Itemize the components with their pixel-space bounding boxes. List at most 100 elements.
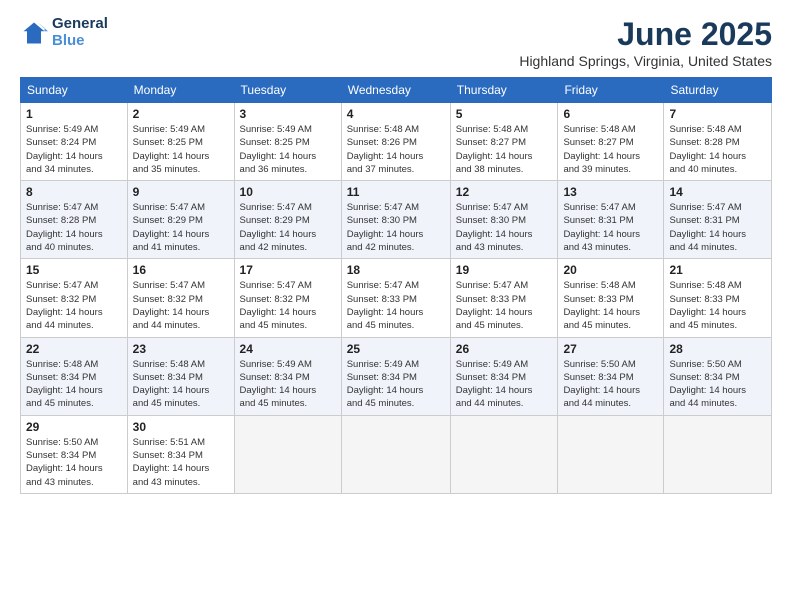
day-number: 26 [456, 342, 553, 356]
day-info: Sunrise: 5:49 AMSunset: 8:34 PMDaylight:… [240, 358, 336, 411]
day-number: 19 [456, 263, 553, 277]
day-number: 22 [26, 342, 122, 356]
day-info: Sunrise: 5:48 AMSunset: 8:33 PMDaylight:… [563, 279, 658, 332]
calendar-cell: 29 Sunrise: 5:50 AMSunset: 8:34 PMDaylig… [21, 415, 128, 493]
calendar-cell: 10 Sunrise: 5:47 AMSunset: 8:29 PMDaylig… [234, 181, 341, 259]
day-number: 6 [563, 107, 658, 121]
calendar-cell: 16 Sunrise: 5:47 AMSunset: 8:32 PMDaylig… [127, 259, 234, 337]
day-info: Sunrise: 5:48 AMSunset: 8:34 PMDaylight:… [26, 358, 122, 411]
day-number: 8 [26, 185, 122, 199]
day-info: Sunrise: 5:48 AMSunset: 8:26 PMDaylight:… [347, 123, 445, 176]
header-sunday: Sunday [21, 78, 128, 103]
day-number: 5 [456, 107, 553, 121]
header-friday: Friday [558, 78, 664, 103]
day-info: Sunrise: 5:48 AMSunset: 8:27 PMDaylight:… [456, 123, 553, 176]
day-number: 27 [563, 342, 658, 356]
day-info: Sunrise: 5:49 AMSunset: 8:34 PMDaylight:… [456, 358, 553, 411]
calendar-cell [664, 415, 772, 493]
page: General Blue June 2025 Highland Springs,… [0, 0, 792, 612]
day-number: 13 [563, 185, 658, 199]
day-info: Sunrise: 5:49 AMSunset: 8:24 PMDaylight:… [26, 123, 122, 176]
day-number: 11 [347, 185, 445, 199]
header: General Blue June 2025 Highland Springs,… [20, 16, 772, 69]
week-row-5: 29 Sunrise: 5:50 AMSunset: 8:34 PMDaylig… [21, 415, 772, 493]
calendar-cell: 15 Sunrise: 5:47 AMSunset: 8:32 PMDaylig… [21, 259, 128, 337]
calendar-cell: 24 Sunrise: 5:49 AMSunset: 8:34 PMDaylig… [234, 337, 341, 415]
calendar-cell [341, 415, 450, 493]
calendar-cell: 18 Sunrise: 5:47 AMSunset: 8:33 PMDaylig… [341, 259, 450, 337]
week-row-1: 1 Sunrise: 5:49 AMSunset: 8:24 PMDayligh… [21, 103, 772, 181]
day-info: Sunrise: 5:48 AMSunset: 8:34 PMDaylight:… [133, 358, 229, 411]
day-number: 12 [456, 185, 553, 199]
calendar-cell: 17 Sunrise: 5:47 AMSunset: 8:32 PMDaylig… [234, 259, 341, 337]
day-number: 2 [133, 107, 229, 121]
day-info: Sunrise: 5:47 AMSunset: 8:31 PMDaylight:… [669, 201, 766, 254]
logo-line1: General [52, 16, 108, 33]
calendar-cell: 11 Sunrise: 5:47 AMSunset: 8:30 PMDaylig… [341, 181, 450, 259]
day-info: Sunrise: 5:48 AMSunset: 8:28 PMDaylight:… [669, 123, 766, 176]
calendar-cell [558, 415, 664, 493]
calendar-cell [234, 415, 341, 493]
calendar-cell: 21 Sunrise: 5:48 AMSunset: 8:33 PMDaylig… [664, 259, 772, 337]
day-info: Sunrise: 5:49 AMSunset: 8:25 PMDaylight:… [133, 123, 229, 176]
calendar-cell: 20 Sunrise: 5:48 AMSunset: 8:33 PMDaylig… [558, 259, 664, 337]
day-number: 15 [26, 263, 122, 277]
day-number: 24 [240, 342, 336, 356]
calendar-cell: 22 Sunrise: 5:48 AMSunset: 8:34 PMDaylig… [21, 337, 128, 415]
day-number: 9 [133, 185, 229, 199]
calendar-cell: 19 Sunrise: 5:47 AMSunset: 8:33 PMDaylig… [450, 259, 558, 337]
day-number: 28 [669, 342, 766, 356]
day-number: 3 [240, 107, 336, 121]
day-info: Sunrise: 5:48 AMSunset: 8:33 PMDaylight:… [669, 279, 766, 332]
calendar-cell: 25 Sunrise: 5:49 AMSunset: 8:34 PMDaylig… [341, 337, 450, 415]
calendar-cell: 1 Sunrise: 5:49 AMSunset: 8:24 PMDayligh… [21, 103, 128, 181]
day-info: Sunrise: 5:47 AMSunset: 8:30 PMDaylight:… [347, 201, 445, 254]
day-number: 4 [347, 107, 445, 121]
header-monday: Monday [127, 78, 234, 103]
day-info: Sunrise: 5:49 AMSunset: 8:25 PMDaylight:… [240, 123, 336, 176]
day-info: Sunrise: 5:50 AMSunset: 8:34 PMDaylight:… [669, 358, 766, 411]
day-number: 29 [26, 420, 122, 434]
header-wednesday: Wednesday [341, 78, 450, 103]
day-number: 23 [133, 342, 229, 356]
calendar-cell: 6 Sunrise: 5:48 AMSunset: 8:27 PMDayligh… [558, 103, 664, 181]
calendar-cell: 14 Sunrise: 5:47 AMSunset: 8:31 PMDaylig… [664, 181, 772, 259]
day-number: 17 [240, 263, 336, 277]
day-info: Sunrise: 5:47 AMSunset: 8:33 PMDaylight:… [456, 279, 553, 332]
calendar-cell: 7 Sunrise: 5:48 AMSunset: 8:28 PMDayligh… [664, 103, 772, 181]
day-info: Sunrise: 5:49 AMSunset: 8:34 PMDaylight:… [347, 358, 445, 411]
day-number: 14 [669, 185, 766, 199]
weekday-header-row: Sunday Monday Tuesday Wednesday Thursday… [21, 78, 772, 103]
logo: General Blue [20, 16, 108, 49]
day-info: Sunrise: 5:47 AMSunset: 8:31 PMDaylight:… [563, 201, 658, 254]
calendar-cell: 4 Sunrise: 5:48 AMSunset: 8:26 PMDayligh… [341, 103, 450, 181]
day-number: 1 [26, 107, 122, 121]
calendar-cell: 28 Sunrise: 5:50 AMSunset: 8:34 PMDaylig… [664, 337, 772, 415]
logo-text: General Blue [52, 16, 108, 49]
day-info: Sunrise: 5:50 AMSunset: 8:34 PMDaylight:… [563, 358, 658, 411]
location-title: Highland Springs, Virginia, United State… [519, 53, 772, 69]
calendar-table: Sunday Monday Tuesday Wednesday Thursday… [20, 77, 772, 494]
header-thursday: Thursday [450, 78, 558, 103]
day-info: Sunrise: 5:47 AMSunset: 8:30 PMDaylight:… [456, 201, 553, 254]
day-info: Sunrise: 5:47 AMSunset: 8:29 PMDaylight:… [240, 201, 336, 254]
calendar-cell: 27 Sunrise: 5:50 AMSunset: 8:34 PMDaylig… [558, 337, 664, 415]
day-info: Sunrise: 5:48 AMSunset: 8:27 PMDaylight:… [563, 123, 658, 176]
week-row-3: 15 Sunrise: 5:47 AMSunset: 8:32 PMDaylig… [21, 259, 772, 337]
day-number: 25 [347, 342, 445, 356]
day-number: 21 [669, 263, 766, 277]
month-title: June 2025 [519, 16, 772, 53]
day-number: 20 [563, 263, 658, 277]
calendar-cell: 23 Sunrise: 5:48 AMSunset: 8:34 PMDaylig… [127, 337, 234, 415]
logo-line2: Blue [52, 33, 108, 50]
week-row-4: 22 Sunrise: 5:48 AMSunset: 8:34 PMDaylig… [21, 337, 772, 415]
calendar-cell: 26 Sunrise: 5:49 AMSunset: 8:34 PMDaylig… [450, 337, 558, 415]
calendar-cell [450, 415, 558, 493]
day-info: Sunrise: 5:51 AMSunset: 8:34 PMDaylight:… [133, 436, 229, 489]
calendar-cell: 8 Sunrise: 5:47 AMSunset: 8:28 PMDayligh… [21, 181, 128, 259]
title-area: June 2025 Highland Springs, Virginia, Un… [519, 16, 772, 69]
logo-icon [20, 19, 48, 47]
day-info: Sunrise: 5:47 AMSunset: 8:32 PMDaylight:… [133, 279, 229, 332]
calendar-cell: 3 Sunrise: 5:49 AMSunset: 8:25 PMDayligh… [234, 103, 341, 181]
header-saturday: Saturday [664, 78, 772, 103]
